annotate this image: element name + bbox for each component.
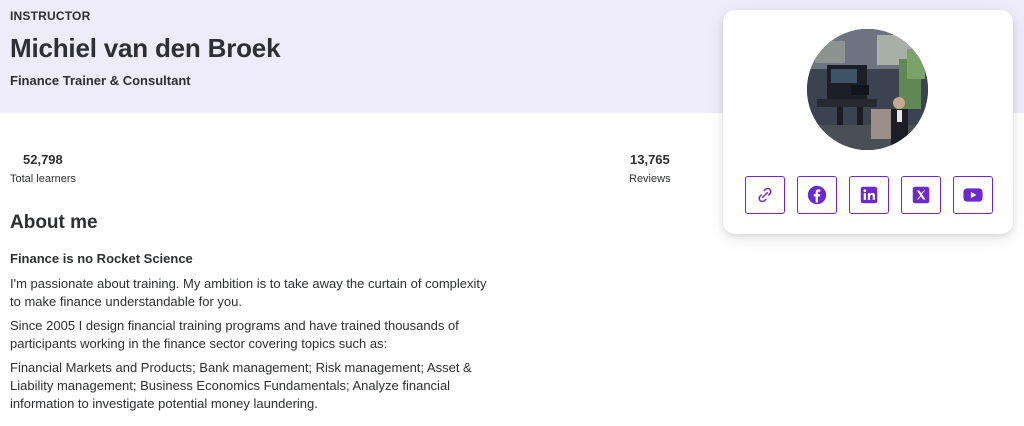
bio-paragraph: Financial Markets and Products; Bank man… [10, 360, 472, 411]
bio-paragraph: I'm passionate about training. My ambiti… [10, 276, 487, 309]
instructor-headline: Finance Trainer & Consultant [10, 73, 191, 88]
instructor-profile-card [723, 10, 1013, 234]
stat-value: 13,765 [630, 152, 670, 167]
youtube-icon [963, 188, 983, 202]
instructor-eyebrow: INSTRUCTOR [10, 9, 91, 23]
stat-label: Reviews [629, 173, 671, 185]
social-link-website[interactable] [745, 176, 785, 214]
social-link-facebook[interactable] [797, 176, 837, 214]
about-bio: Finance is no Rocket Science I'm passion… [10, 250, 500, 419]
stat-label: Total learners [10, 173, 77, 185]
social-links [745, 176, 993, 214]
social-link-youtube[interactable] [953, 176, 993, 214]
x-twitter-icon [912, 186, 930, 204]
bio-paragraph: Since 2005 I design financial training p… [10, 318, 459, 351]
linkedin-icon [860, 186, 878, 204]
link-icon [758, 187, 772, 203]
facebook-icon [807, 185, 827, 205]
instructor-avatar [807, 29, 928, 150]
instructor-name: Michiel van den Broek [10, 33, 281, 63]
social-link-x[interactable] [901, 176, 941, 214]
bio-subheading: Finance is no Rocket Science [10, 251, 193, 266]
stat-value: 52,798 [23, 152, 63, 167]
stat-reviews: 13,765 Reviews [629, 152, 671, 186]
social-link-linkedin[interactable] [849, 176, 889, 214]
about-heading: About me [10, 212, 98, 233]
stat-total-learners: 52,798 Total learners [10, 152, 76, 186]
avatar-photo [807, 29, 928, 150]
